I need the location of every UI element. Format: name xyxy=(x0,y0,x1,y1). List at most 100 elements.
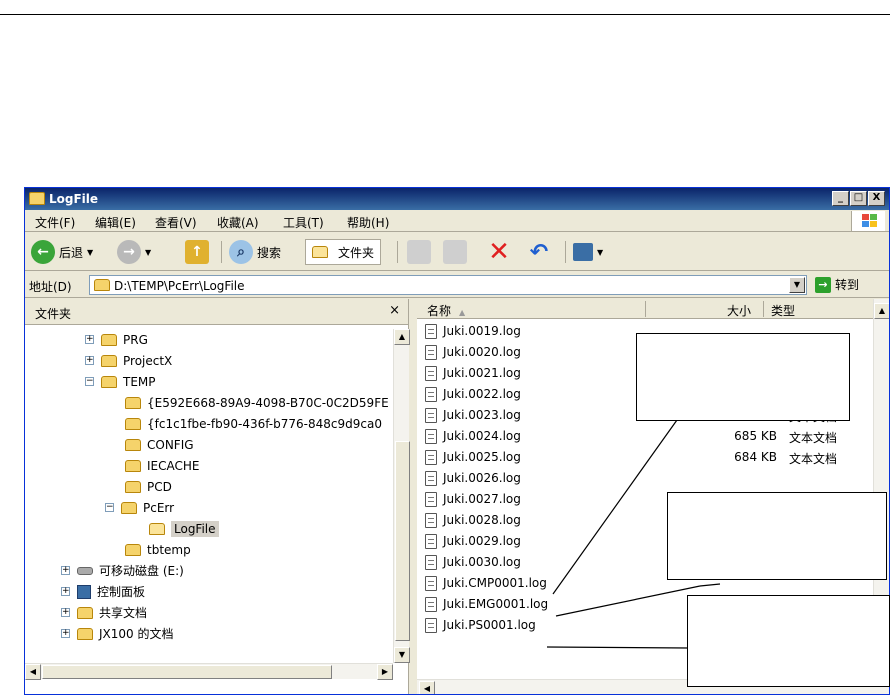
column-divider[interactable] xyxy=(645,301,646,317)
text-file-icon xyxy=(425,555,437,570)
column-name[interactable]: 名称 ▲ xyxy=(427,302,465,319)
folder-pane-vertical-scrollbar[interactable]: ▲ ▼ xyxy=(393,329,410,663)
folder-icon xyxy=(94,279,110,291)
file-name: Juki.0024.log xyxy=(443,429,521,443)
scroll-up-button[interactable]: ▲ xyxy=(394,329,410,345)
views-button[interactable]: ▼ xyxy=(573,239,603,265)
file-name: Juki.0022.log xyxy=(443,387,521,401)
forward-button[interactable]: → ▼ xyxy=(117,239,151,265)
tree-item-label: {E592E668-89A9-4098-B70C-0C2D59FE xyxy=(147,395,389,410)
tree-item[interactable]: {fc1c1fbe-fb90-436f-b776-848c9d9ca0 xyxy=(125,413,382,434)
title-bar[interactable]: LogFile _ □ X xyxy=(25,188,889,210)
close-pane-button[interactable]: × xyxy=(389,303,400,318)
text-file-icon xyxy=(425,471,437,486)
text-file-icon xyxy=(425,387,437,402)
tree-item[interactable]: LogFile xyxy=(149,518,219,539)
tree-item[interactable]: + 控制面板 xyxy=(61,581,145,602)
tree-item[interactable]: + ProjectX xyxy=(85,350,172,371)
minimize-button[interactable]: _ xyxy=(832,191,849,206)
scroll-left-button[interactable]: ◀ xyxy=(419,681,435,694)
delete-button[interactable]: ✕ xyxy=(487,237,511,267)
move-to-button[interactable] xyxy=(407,239,431,265)
up-button[interactable]: ↑ xyxy=(185,239,209,265)
tree-item-label: 共享文档 xyxy=(99,606,148,620)
tree-item[interactable]: + 共享文档 xyxy=(61,602,147,623)
menu-file[interactable]: 文件(F) xyxy=(35,214,75,231)
menu-help[interactable]: 帮助(H) xyxy=(347,214,389,231)
text-file-icon xyxy=(425,366,437,381)
undo-icon: ↶ xyxy=(529,239,549,265)
tree-item[interactable]: IECACHE xyxy=(125,455,199,476)
windows-logo-icon xyxy=(851,211,885,231)
close-button[interactable]: X xyxy=(868,191,885,206)
back-button[interactable]: ← 后退 ▼ xyxy=(31,239,93,265)
file-type: 文本文档 xyxy=(789,431,838,445)
window-controls: _ □ X xyxy=(832,191,885,206)
expand-icon[interactable]: + xyxy=(61,566,70,575)
search-label: 搜索 xyxy=(257,245,282,260)
collapse-icon[interactable]: − xyxy=(85,377,94,386)
chevron-down-icon: ▼ xyxy=(597,247,604,257)
folder-icon xyxy=(125,459,141,472)
menu-view[interactable]: 查看(V) xyxy=(155,214,197,231)
text-file-icon xyxy=(425,597,437,612)
tree-item[interactable]: CONFIG xyxy=(125,434,194,455)
file-name: Juki.0029.log xyxy=(443,534,521,548)
menu-tools[interactable]: 工具(T) xyxy=(283,214,324,231)
address-path: D:\TEMP\PcErr\LogFile xyxy=(114,279,245,293)
expand-icon[interactable]: + xyxy=(61,587,70,596)
file-row[interactable]: Juki.0026.log xyxy=(425,468,865,489)
go-arrow-icon: → xyxy=(815,276,831,293)
scroll-down-button[interactable]: ▼ xyxy=(394,647,410,663)
expand-icon[interactable]: + xyxy=(61,608,70,617)
tree-item[interactable]: tbtemp xyxy=(125,539,191,560)
tree-item[interactable]: + PRG xyxy=(85,329,148,350)
column-name-label: 名称 xyxy=(427,304,452,318)
file-size: 684 KB xyxy=(734,450,777,464)
folder-tree: + PRG + ProjectX − TEMP {E592E668-89A9-4098-B7… xyxy=(25,329,393,663)
scroll-up-button[interactable]: ▲ xyxy=(874,303,889,319)
expand-icon[interactable]: + xyxy=(85,335,94,344)
text-file-icon xyxy=(425,324,437,339)
copy-to-button[interactable] xyxy=(443,239,467,265)
scroll-thumb[interactable] xyxy=(395,441,410,641)
menu-edit[interactable]: 编辑(E) xyxy=(95,214,136,231)
file-row[interactable]: Juki.0024.log 685 KB 文本文档 xyxy=(425,426,865,447)
tree-item[interactable]: PCD xyxy=(125,476,172,497)
tree-item[interactable]: − PcErr xyxy=(105,497,174,518)
tree-item[interactable]: + 可移动磁盘 (E:) xyxy=(61,560,184,581)
maximize-button[interactable]: □ xyxy=(850,191,867,206)
file-name: Juki.EMG0001.log xyxy=(443,597,549,611)
column-size[interactable]: 大小 xyxy=(727,302,751,319)
go-label: 转到 xyxy=(835,278,860,292)
tree-item-label: PCD xyxy=(147,479,172,494)
address-dropdown-button[interactable]: ▼ xyxy=(789,277,805,293)
column-divider[interactable] xyxy=(763,301,764,317)
text-file-icon xyxy=(425,429,437,444)
folder-pane-horizontal-scrollbar[interactable]: ◀ ▶ xyxy=(25,663,393,680)
undo-button[interactable]: ↶ xyxy=(527,239,551,265)
sort-ascending-icon: ▲ xyxy=(459,308,466,317)
go-button[interactable]: → 转到 xyxy=(815,276,859,293)
tree-item[interactable]: {E592E668-89A9-4098-B70C-0C2D59FE xyxy=(125,392,389,413)
file-name: Juki.0023.log xyxy=(443,408,521,422)
column-type[interactable]: 类型 xyxy=(771,302,795,319)
tree-item-label: TEMP xyxy=(123,374,156,389)
expand-icon[interactable]: + xyxy=(61,629,70,638)
file-name: Juki.0028.log xyxy=(443,513,521,527)
search-button[interactable]: ⌕ 搜索 xyxy=(229,239,281,265)
move-to-icon xyxy=(407,240,431,264)
collapse-icon[interactable]: − xyxy=(105,503,114,512)
folders-button[interactable]: 文件夹 xyxy=(305,239,382,265)
expand-icon[interactable]: + xyxy=(85,356,94,365)
scroll-right-button[interactable]: ▶ xyxy=(377,664,393,680)
tree-item[interactable]: − TEMP xyxy=(85,371,156,392)
tree-item-label: ProjectX xyxy=(123,353,173,368)
scroll-left-button[interactable]: ◀ xyxy=(25,664,41,680)
scroll-thumb[interactable] xyxy=(42,665,332,679)
tree-item[interactable]: + JX100 的文档 xyxy=(61,623,173,644)
address-label: 地址(D) xyxy=(29,280,72,294)
address-input[interactable]: D:\TEMP\PcErr\LogFile ▼ xyxy=(89,275,807,295)
menu-favorites[interactable]: 收藏(A) xyxy=(217,214,259,231)
file-row[interactable]: Juki.0025.log 684 KB 文本文档 xyxy=(425,447,865,468)
